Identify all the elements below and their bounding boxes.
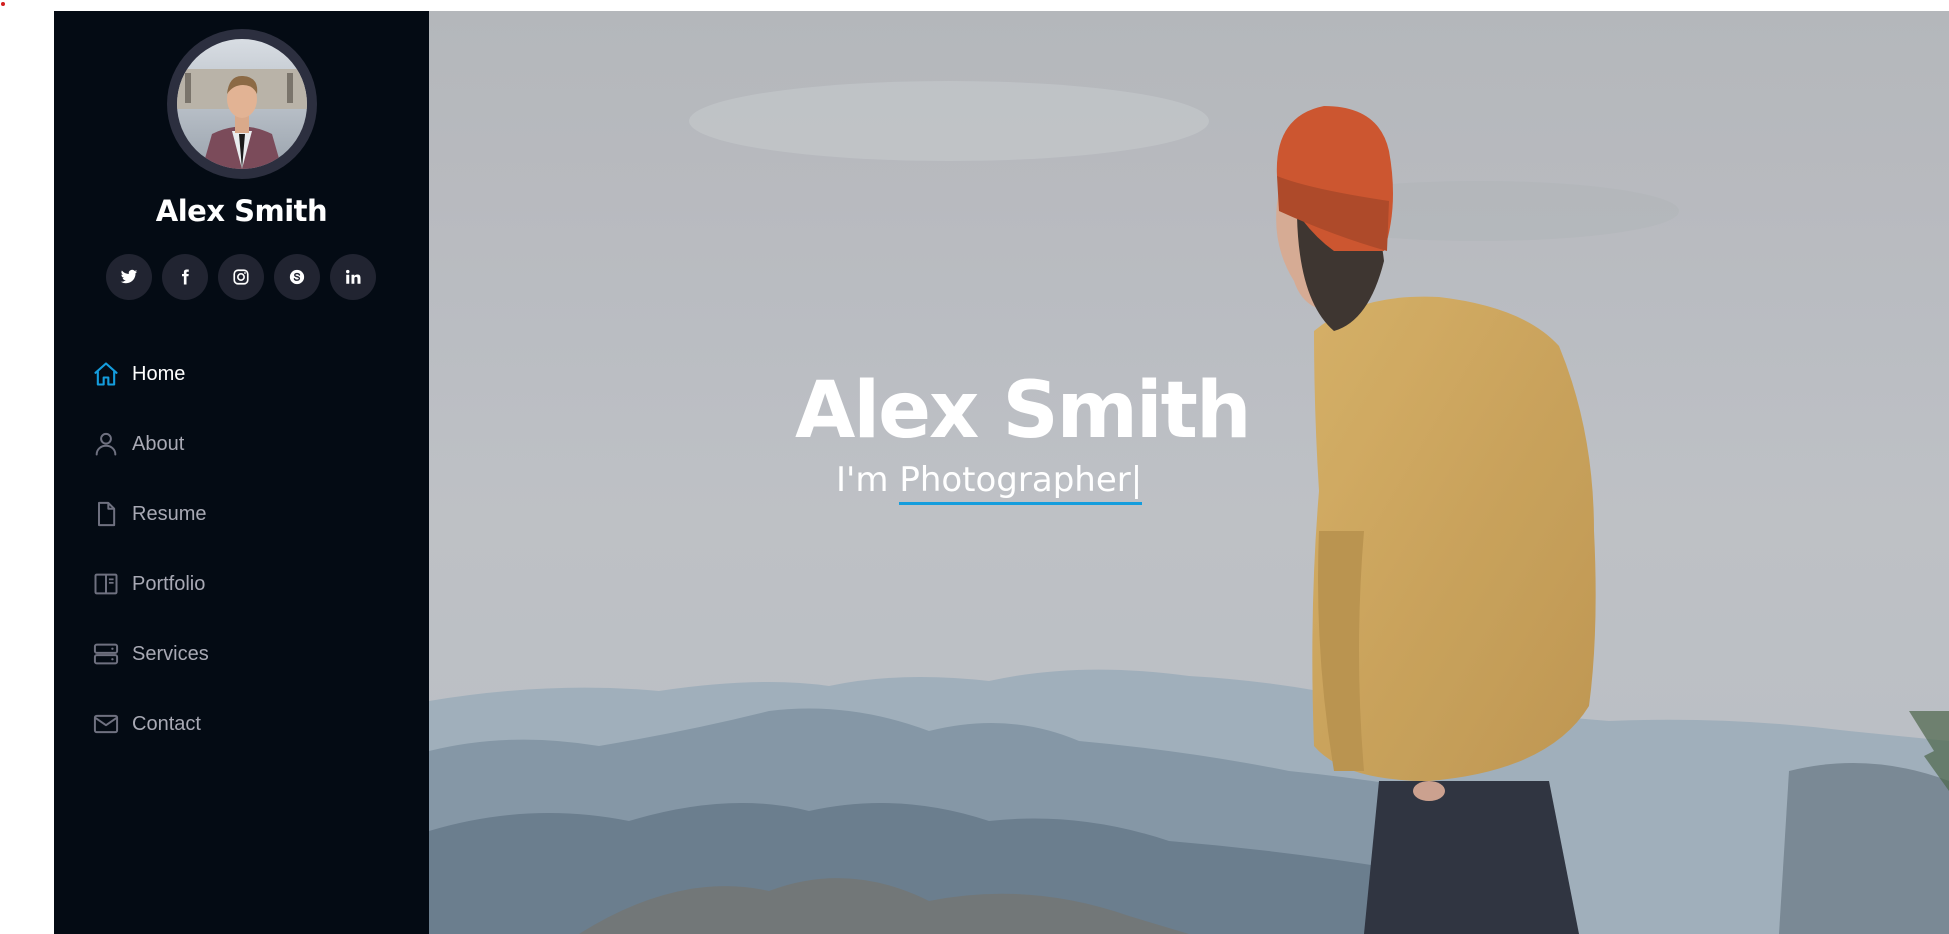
profile-name: Alex Smith (155, 194, 328, 228)
nav-item-home[interactable]: Home (92, 339, 209, 409)
facebook-link[interactable] (162, 254, 208, 300)
avatar (167, 29, 317, 179)
nav-label-about: About (132, 432, 185, 455)
hero-prefix: I'm (836, 460, 889, 500)
typed-role: Photographer| (899, 460, 1143, 505)
instagram-icon (233, 269, 249, 285)
envelope-icon (92, 710, 120, 738)
instagram-link[interactable] (218, 254, 264, 300)
skype-link[interactable] (274, 254, 320, 300)
linkedin-link[interactable] (330, 254, 376, 300)
linkedin-icon (346, 269, 361, 284)
hero-subtitle: I'm Photographer| (836, 460, 1143, 505)
nav-item-contact[interactable]: Contact (92, 689, 209, 759)
nav-menu: Home About Resume Portfolio Services Con… (92, 339, 209, 759)
nav-item-resume[interactable]: Resume (92, 479, 209, 549)
server-icon (92, 640, 120, 668)
nav-label-contact: Contact (132, 712, 201, 735)
hero-title: Alex Smith (795, 366, 1251, 456)
nav-item-services[interactable]: Services (92, 619, 209, 689)
twitter-icon (120, 269, 138, 284)
nav-label-portfolio: Portfolio (132, 572, 206, 595)
file-icon (92, 500, 120, 528)
hero-background-image (429, 11, 1949, 934)
nav-label-services: Services (132, 642, 209, 665)
typed-role-text: Photographer (899, 460, 1131, 500)
twitter-link[interactable] (106, 254, 152, 300)
typed-cursor: | (1130, 460, 1143, 500)
nav-item-about[interactable]: About (92, 409, 209, 479)
home-icon (92, 360, 120, 388)
nav-label-resume: Resume (132, 502, 207, 525)
person-icon (92, 430, 120, 458)
nav-item-portfolio[interactable]: Portfolio (92, 549, 209, 619)
sidebar: Alex Smith Home About Resume Portfolio S… (54, 11, 429, 934)
social-links (106, 254, 376, 300)
book-icon (92, 570, 120, 598)
hero-section: Alex Smith I'm Photographer| (429, 11, 1949, 934)
facebook-icon (182, 269, 189, 285)
skype-icon (289, 269, 305, 285)
red-dot-marker (1, 2, 5, 6)
nav-label-home: Home (132, 362, 186, 385)
